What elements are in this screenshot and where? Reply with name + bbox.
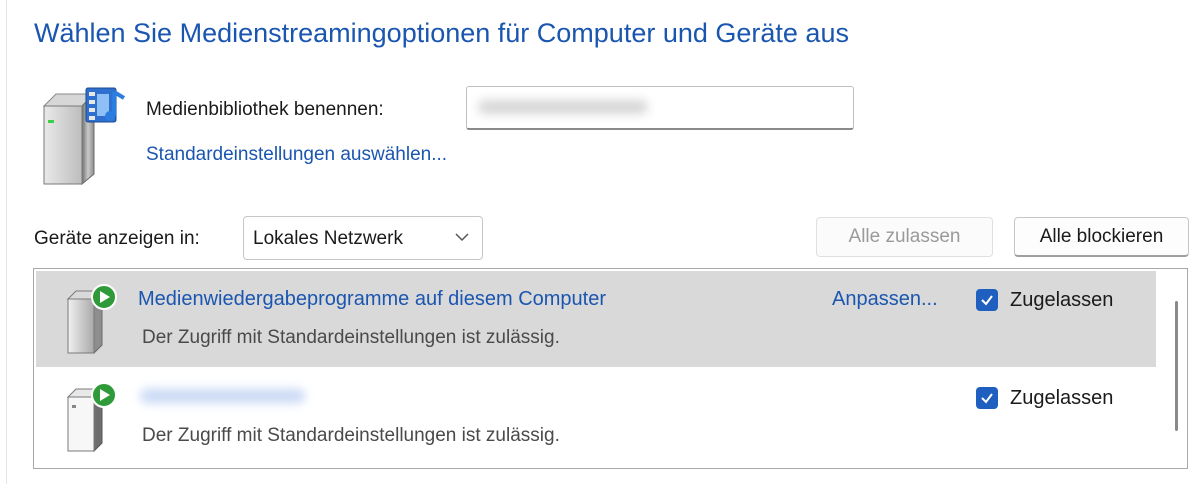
chevron-down-icon (454, 229, 470, 250)
device-description: Der Zugriff mit Standardeinstellungen is… (142, 425, 560, 446)
device-description: Der Zugriff mit Standardeinstellungen is… (142, 327, 560, 348)
network-scope-value: Lokales Netzwerk (253, 228, 403, 249)
redacted-device-name[interactable] (140, 389, 305, 403)
allowed-checkbox[interactable] (976, 387, 998, 409)
show-devices-label: Geräte anzeigen in: (34, 228, 200, 249)
page-title: Wählen Sie Medienstreamingoptionen für C… (34, 18, 849, 48)
allowed-checkbox[interactable] (976, 289, 998, 311)
list-scrollbar[interactable] (1175, 301, 1178, 431)
block-all-button[interactable]: Alle blockieren (1014, 217, 1189, 257)
device-list[interactable]: Medienwiedergabeprogramme auf diesem Com… (33, 268, 1188, 469)
network-scope-dropdown[interactable]: Lokales Netzwerk (243, 216, 483, 260)
allowed-label: Zugelassen (1010, 387, 1114, 409)
customize-link[interactable]: Anpassen... (832, 288, 938, 311)
window-edge (0, 0, 7, 484)
checkmark-icon (981, 393, 993, 404)
media-device-icon (62, 381, 122, 458)
device-row[interactable]: Der Zugriff mit Standardeinstellungen is… (36, 369, 1156, 465)
redacted-library-name (478, 100, 648, 114)
allowed-label: Zugelassen (1010, 289, 1114, 311)
allow-all-button[interactable]: Alle zulassen (816, 217, 993, 257)
media-library-server-icon (38, 86, 128, 191)
media-player-computer-icon (62, 283, 122, 360)
device-row[interactable]: Medienwiedergabeprogramme auf diesem Com… (36, 271, 1156, 367)
choose-defaults-link[interactable]: Standardeinstellungen auswählen... (146, 144, 447, 166)
library-name-label: Medienbibliothek benennen: (146, 99, 384, 120)
checkmark-icon (981, 295, 993, 306)
device-name-link[interactable]: Medienwiedergabeprogramme auf diesem Com… (138, 288, 606, 311)
